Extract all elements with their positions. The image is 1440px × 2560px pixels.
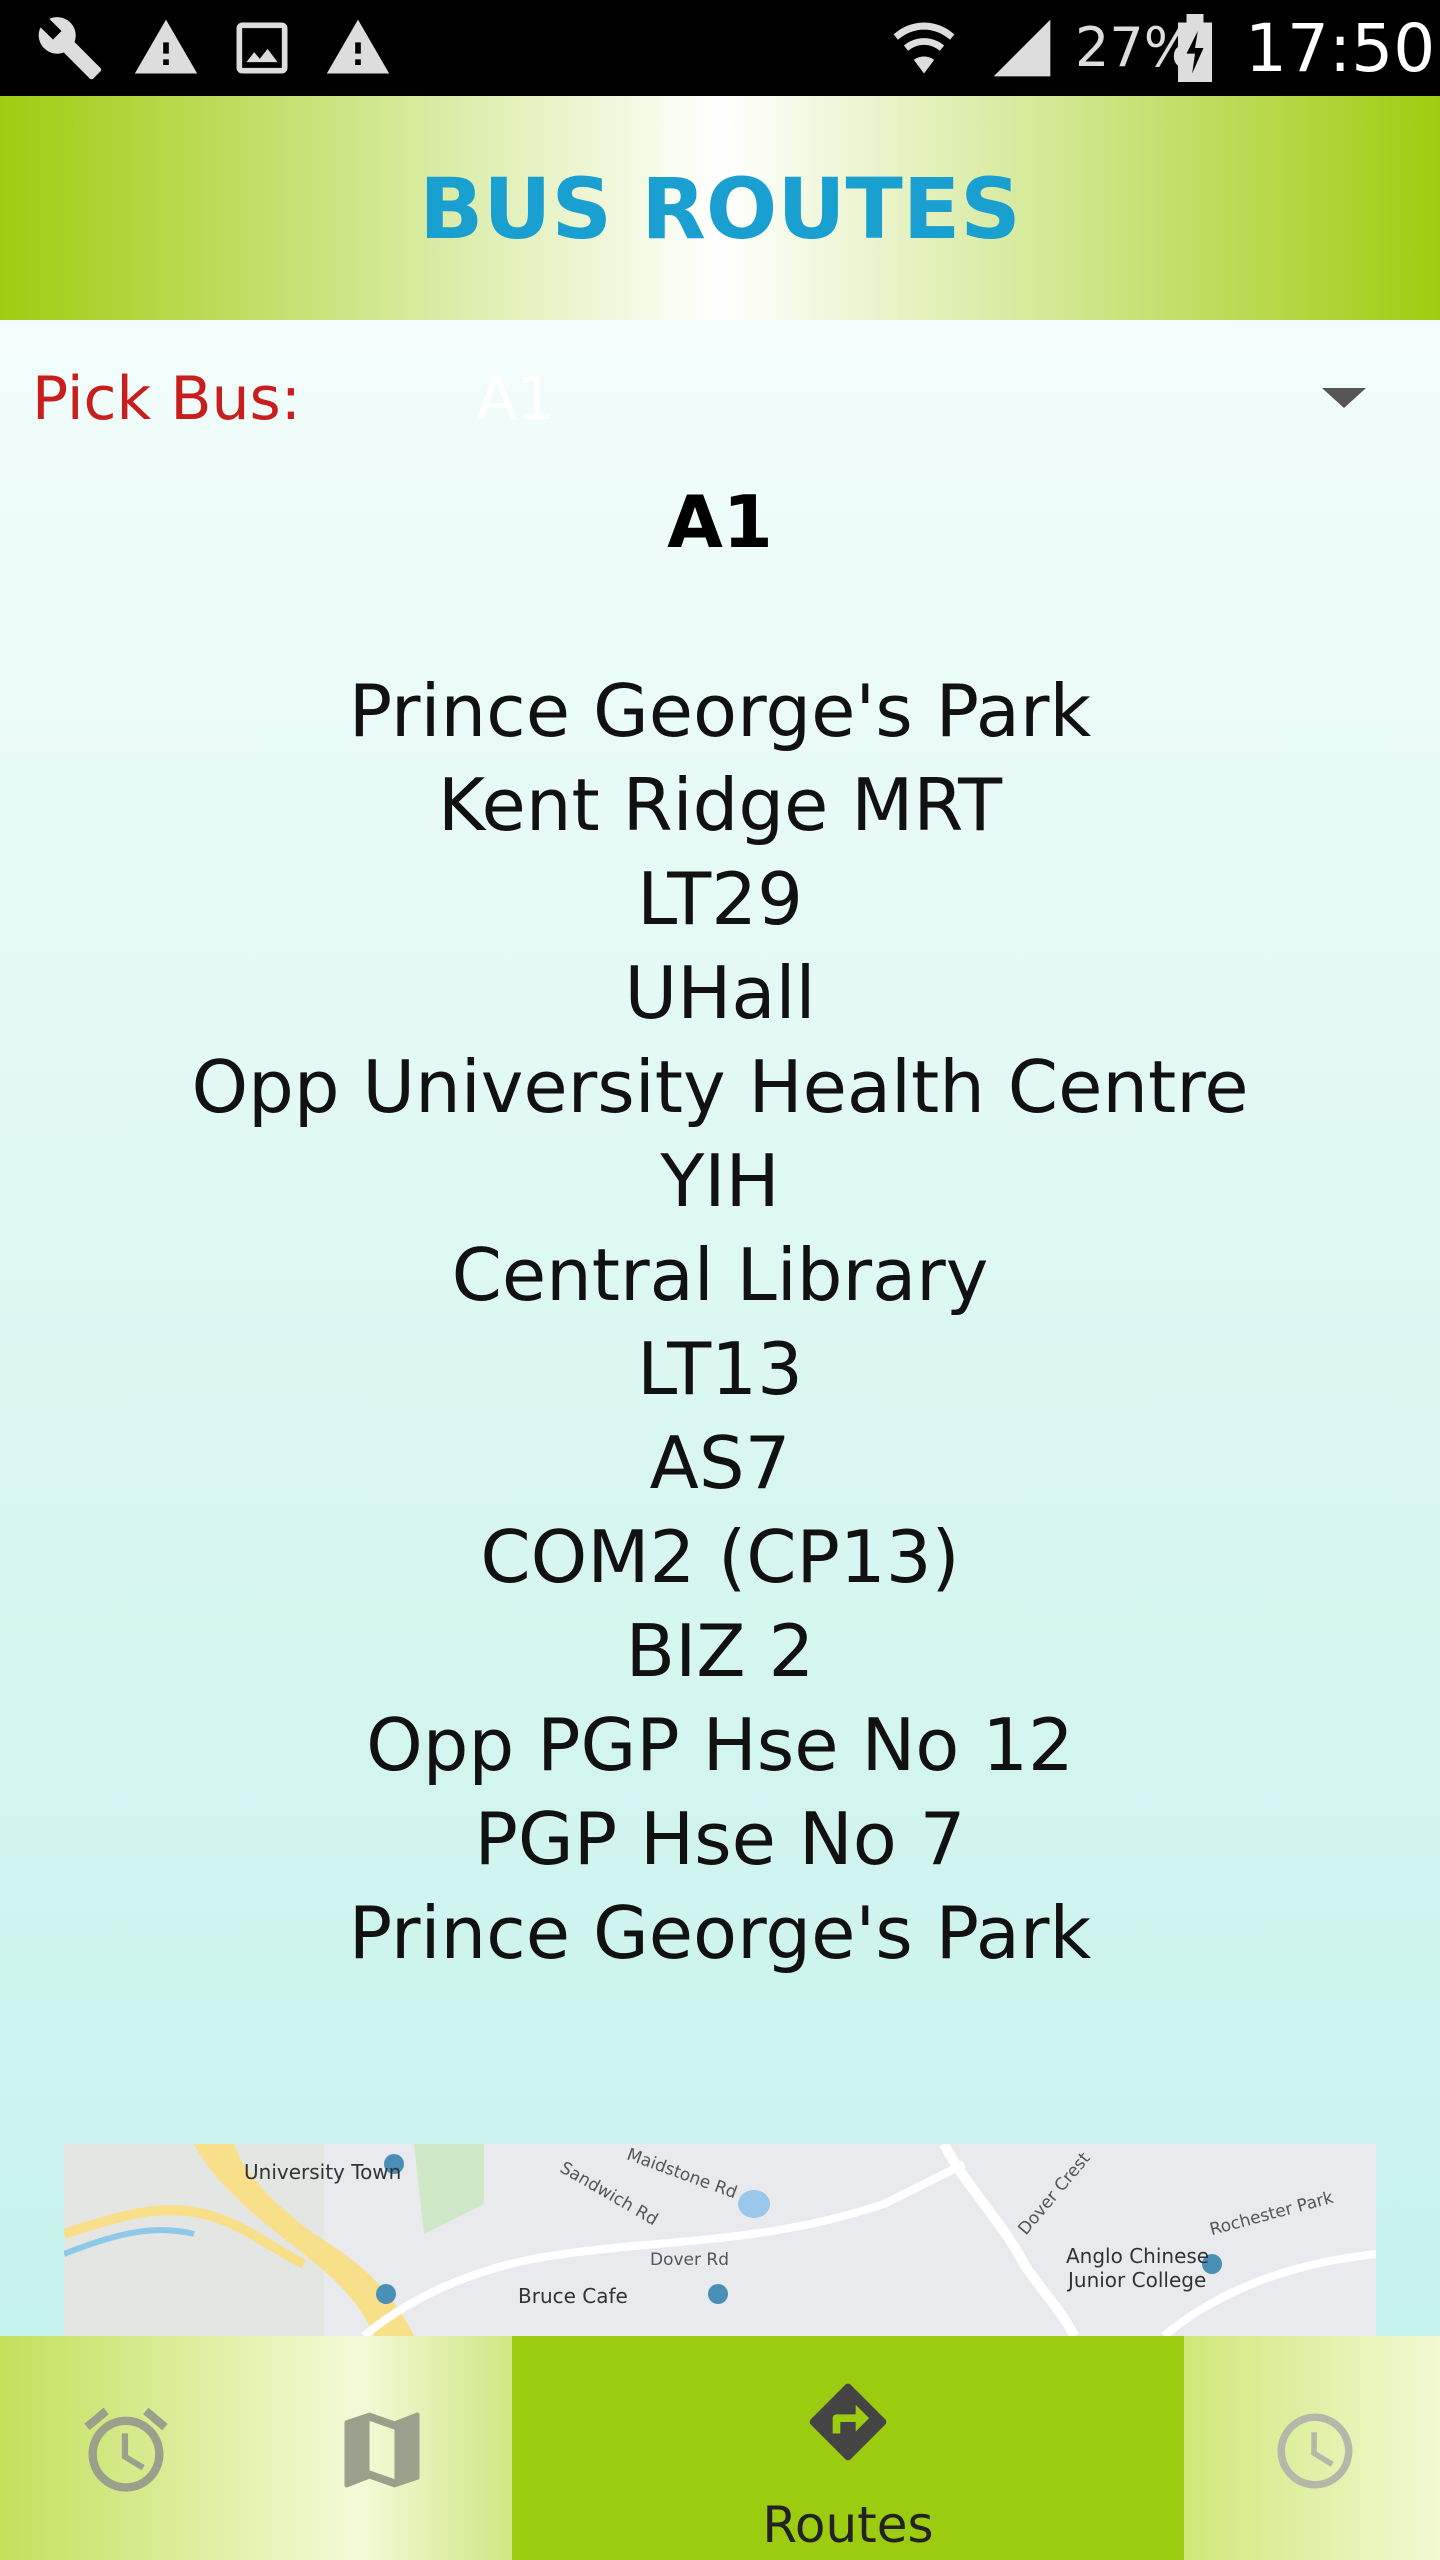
wifi-icon bbox=[893, 22, 955, 74]
map-label: Bruce Cafe bbox=[518, 2284, 628, 2308]
chevron-down-icon bbox=[1322, 388, 1366, 408]
bottom-nav: Routes bbox=[0, 2336, 1440, 2560]
nav-map[interactable] bbox=[256, 2336, 512, 2560]
stop-list: Prince George's Park Kent Ridge MRT LT29… bbox=[0, 664, 1440, 1980]
page-title: BUS ROUTES bbox=[419, 160, 1021, 258]
map-label: Dover Rd bbox=[650, 2250, 730, 2270]
list-item: PGP Hse No 7 bbox=[474, 1797, 966, 1881]
list-item: COM2 (CP13) bbox=[480, 1515, 960, 1599]
warning-icon bbox=[326, 19, 390, 74]
bus-select-value: A1 bbox=[476, 364, 556, 434]
nav-routes-label: Routes bbox=[762, 2496, 934, 2554]
route-map[interactable]: University Town Bruce Cafe Dover Rd Angl… bbox=[64, 2144, 1376, 2336]
list-item: Prince George's Park bbox=[348, 669, 1092, 753]
signal-icon bbox=[993, 19, 1051, 77]
list-item: UHall bbox=[624, 951, 816, 1035]
wrench-icon bbox=[38, 17, 102, 80]
app-header: BUS ROUTES bbox=[0, 96, 1440, 320]
map-label: University Town bbox=[244, 2160, 402, 2184]
image-icon bbox=[236, 22, 288, 74]
list-item: AS7 bbox=[649, 1421, 791, 1505]
map-icon bbox=[344, 2412, 420, 2488]
list-item: Opp PGP Hse No 12 bbox=[366, 1703, 1074, 1787]
clock-time: 17:50 bbox=[1245, 10, 1436, 87]
bus-select-dropdown[interactable]: A1 bbox=[460, 350, 1400, 450]
warning-icon bbox=[134, 19, 198, 74]
battery-charging-icon bbox=[1178, 14, 1212, 82]
map-label: Junior College bbox=[1068, 2268, 1207, 2292]
route-name: A1 bbox=[667, 480, 773, 564]
nav-alarm[interactable] bbox=[0, 2336, 256, 2560]
status-bar: 27% 17:50 bbox=[0, 0, 1440, 96]
list-item: Prince George's Park bbox=[348, 1891, 1092, 1975]
route-content: Pick Bus: A1 A1 Prince George's Park Ken… bbox=[0, 320, 1440, 2336]
list-item: Central Library bbox=[451, 1233, 989, 1317]
list-item: LT29 bbox=[637, 857, 803, 941]
list-item: YIH bbox=[660, 1139, 780, 1223]
alarm-clock-icon bbox=[84, 2407, 168, 2492]
clock-icon bbox=[1277, 2413, 1353, 2489]
list-item: Kent Ridge MRT bbox=[437, 763, 1003, 847]
list-item: LT13 bbox=[637, 1327, 803, 1411]
pick-bus-label: Pick Bus: bbox=[32, 364, 302, 434]
list-item: BIZ 2 bbox=[625, 1609, 815, 1693]
map-label: Anglo Chinese bbox=[1066, 2244, 1210, 2268]
nav-routes[interactable]: Routes bbox=[512, 2336, 1184, 2560]
nav-schedule[interactable] bbox=[1184, 2336, 1440, 2560]
list-item: Opp University Health Centre bbox=[191, 1045, 1249, 1129]
directions-icon bbox=[809, 2383, 887, 2461]
